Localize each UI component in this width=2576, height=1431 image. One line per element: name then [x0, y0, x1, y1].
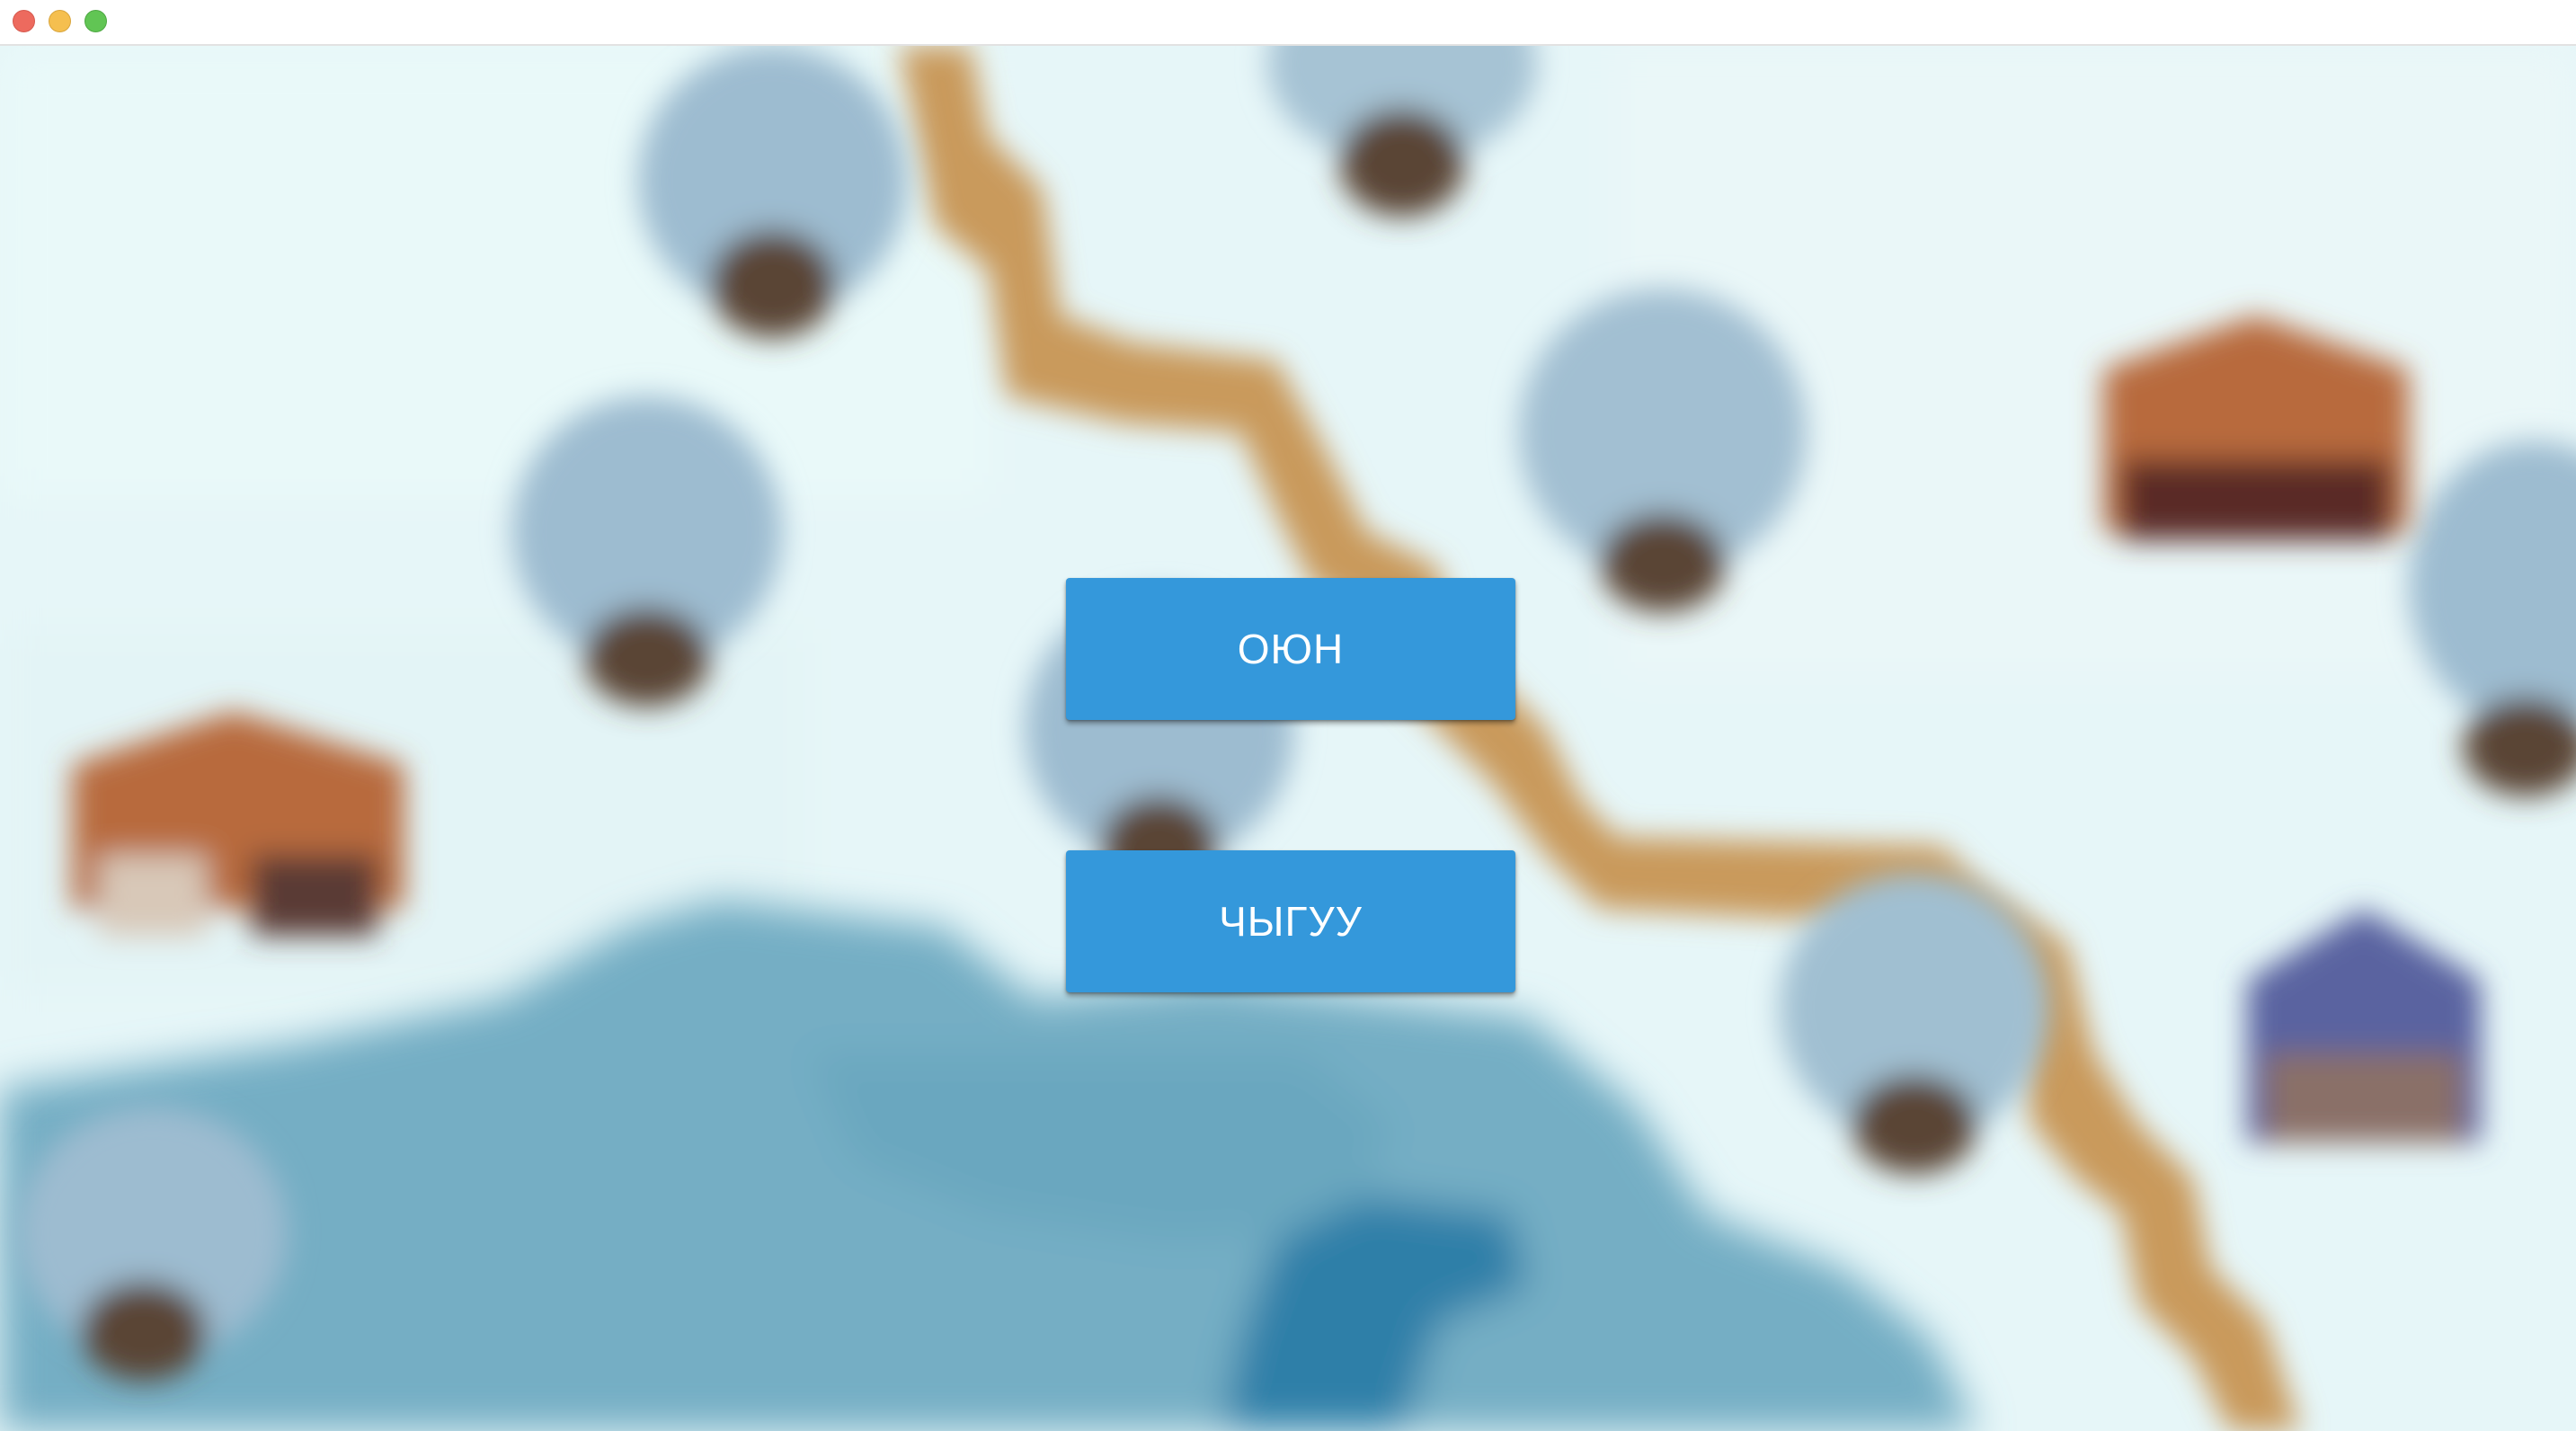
- title-bar: [0, 0, 2576, 46]
- close-window-icon[interactable]: [13, 10, 35, 32]
- exit-button[interactable]: ЧЫГУУ: [1066, 850, 1515, 992]
- play-button[interactable]: ОЮН: [1066, 578, 1515, 720]
- game-window: ОЮН ЧЫГУУ: [0, 0, 2576, 1431]
- blurred-map-background: [0, 46, 2576, 1431]
- zoom-window-icon[interactable]: [84, 10, 107, 32]
- minimize-window-icon[interactable]: [49, 10, 71, 32]
- map-background-art: [0, 46, 2576, 1431]
